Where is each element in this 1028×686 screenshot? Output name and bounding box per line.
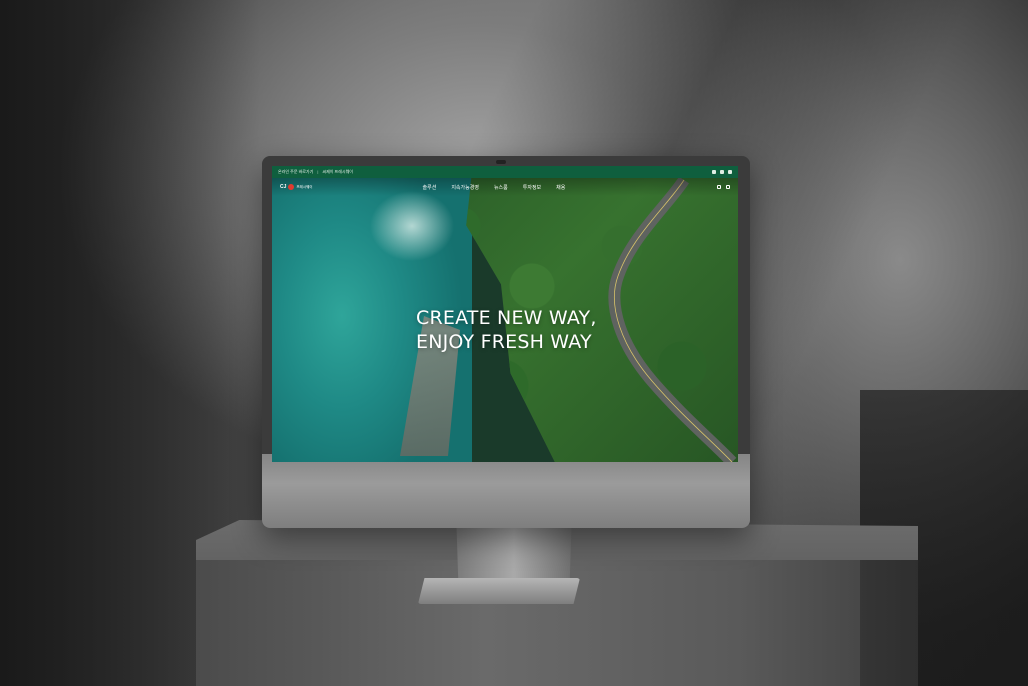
top-link-company[interactable]: 씨제이 프레시웨이 [322,169,353,175]
top-bar-icons [712,170,732,174]
top-link-online-order[interactable]: 온라인 주문 바로가기 [278,169,313,175]
logo-circle-icon [288,184,295,190]
menu-item-newsroom[interactable]: 뉴스룸 [494,184,508,191]
top-icon-3[interactable] [728,170,732,174]
menu-item-sustainability[interactable]: 지속가능경영 [451,184,479,191]
pedestal-side [860,560,918,686]
main-menu: 솔루션 지속가능경영 뉴스룸 투자정보 채용 [423,184,566,191]
language-icon[interactable] [717,185,721,189]
site-top-bar: 온라인 주문 바로가기 | 씨제이 프레시웨이 [272,166,738,178]
site-logo[interactable]: CJ 프레시웨이 [280,184,313,190]
menu-item-careers[interactable]: 채용 [556,184,565,191]
nav-icons [717,185,730,189]
menu-icon[interactable] [726,185,730,189]
top-icon-2[interactable] [720,170,724,174]
top-links: 온라인 주문 바로가기 | 씨제이 프레시웨이 [278,169,353,175]
monitor-chin [262,454,750,528]
menu-item-investor[interactable]: 투자정보 [523,184,541,191]
webcam-icon [496,160,506,164]
menu-item-solution[interactable]: 솔루션 [423,184,437,191]
top-link-separator: | [317,169,319,174]
monitor-stand-foot [418,578,580,604]
monitor-screen: 온라인 주문 바로가기 | 씨제이 프레시웨이 CJ 프레시웨이 솔루션 지속가… [272,166,738,462]
logo-mark: CJ [280,184,287,190]
top-icon-1[interactable] [712,170,716,174]
hero-headline: CREATE NEW WAY, ENJOY FRESH WAY [416,306,656,354]
logo-text: 프레시웨이 [296,184,313,189]
site-navigation: CJ 프레시웨이 솔루션 지속가능경영 뉴스룸 투자정보 채용 [272,178,738,196]
hero-line-1: CREATE NEW WAY, [416,307,597,329]
hero-line-2: ENJOY FRESH WAY [416,331,592,353]
